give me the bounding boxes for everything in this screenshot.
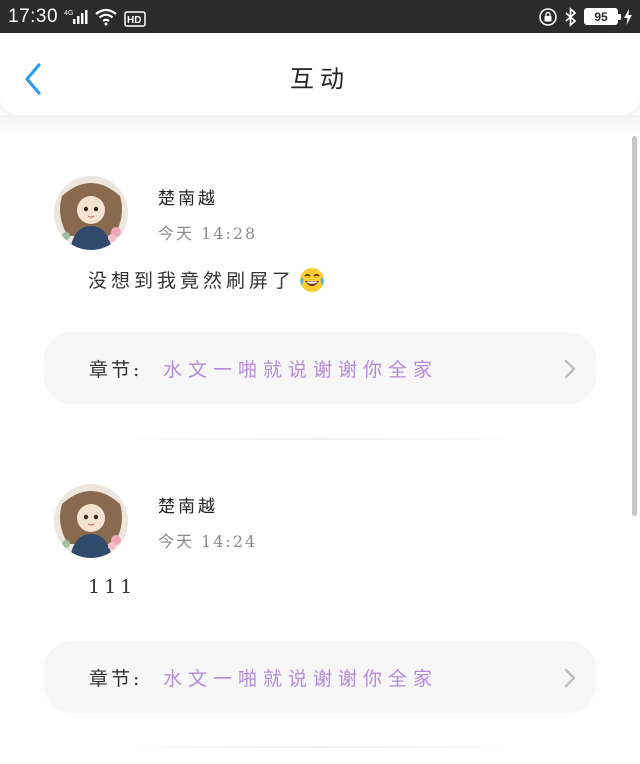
- lock-rotation-icon: [538, 7, 558, 27]
- username[interactable]: 楚南越: [158, 492, 218, 517]
- app-header: 互动: [0, 33, 640, 115]
- chapter-title: 水文一啪就说谢谢你全家: [163, 358, 439, 381]
- status-right: 95: [538, 6, 632, 27]
- comment-text-row: 111: [88, 576, 136, 598]
- status-left: 17:30 4G HD: [8, 6, 146, 28]
- battery-level: 95: [594, 9, 608, 24]
- comment-text-row: 没想到我竟然刷屏了: [88, 266, 325, 293]
- avatar[interactable]: [54, 176, 128, 250]
- divider: [95, 438, 545, 440]
- comment-timestamp: 今天 14:24: [158, 532, 258, 551]
- comment-text: 111: [88, 576, 137, 598]
- avatar-image: [54, 484, 128, 558]
- chevron-right-icon: [564, 668, 576, 688]
- content-top-shade: [0, 115, 640, 135]
- chapter-title: 水文一啪就说谢谢你全家: [163, 667, 439, 690]
- signal-icon: 4G: [64, 8, 88, 26]
- bluetooth-icon: [564, 6, 578, 27]
- hd-label: HD: [127, 15, 141, 26]
- status-time: 17:30: [8, 5, 59, 27]
- comment-text: 没想到我竟然刷屏了: [88, 270, 296, 292]
- wifi-icon: [94, 8, 118, 26]
- avatar[interactable]: [54, 484, 128, 558]
- hd-icon: HD: [124, 7, 146, 27]
- network-label: 4G: [64, 10, 73, 17]
- chevron-right-icon: [564, 359, 576, 379]
- divider: [95, 746, 545, 748]
- username[interactable]: 楚南越: [158, 184, 218, 209]
- chapter-label: 章节:: [89, 358, 143, 381]
- battery-icon: 95: [584, 8, 621, 25]
- charging-icon: [624, 8, 632, 25]
- avatar-image: [54, 176, 128, 250]
- tears-of-joy-emoji-icon: [299, 267, 325, 293]
- comment-timestamp: 今天 14:28: [158, 224, 258, 243]
- status-bar: 17:30 4G HD 95: [0, 0, 640, 33]
- chapter-label: 章节:: [89, 667, 143, 690]
- scrollbar[interactable]: [632, 136, 637, 516]
- page-title: 互动: [290, 65, 350, 93]
- chapter-link[interactable]: 章节: 水文一啪就说谢谢你全家: [43, 332, 597, 404]
- chapter-link[interactable]: 章节: 水文一啪就说谢谢你全家: [43, 641, 597, 713]
